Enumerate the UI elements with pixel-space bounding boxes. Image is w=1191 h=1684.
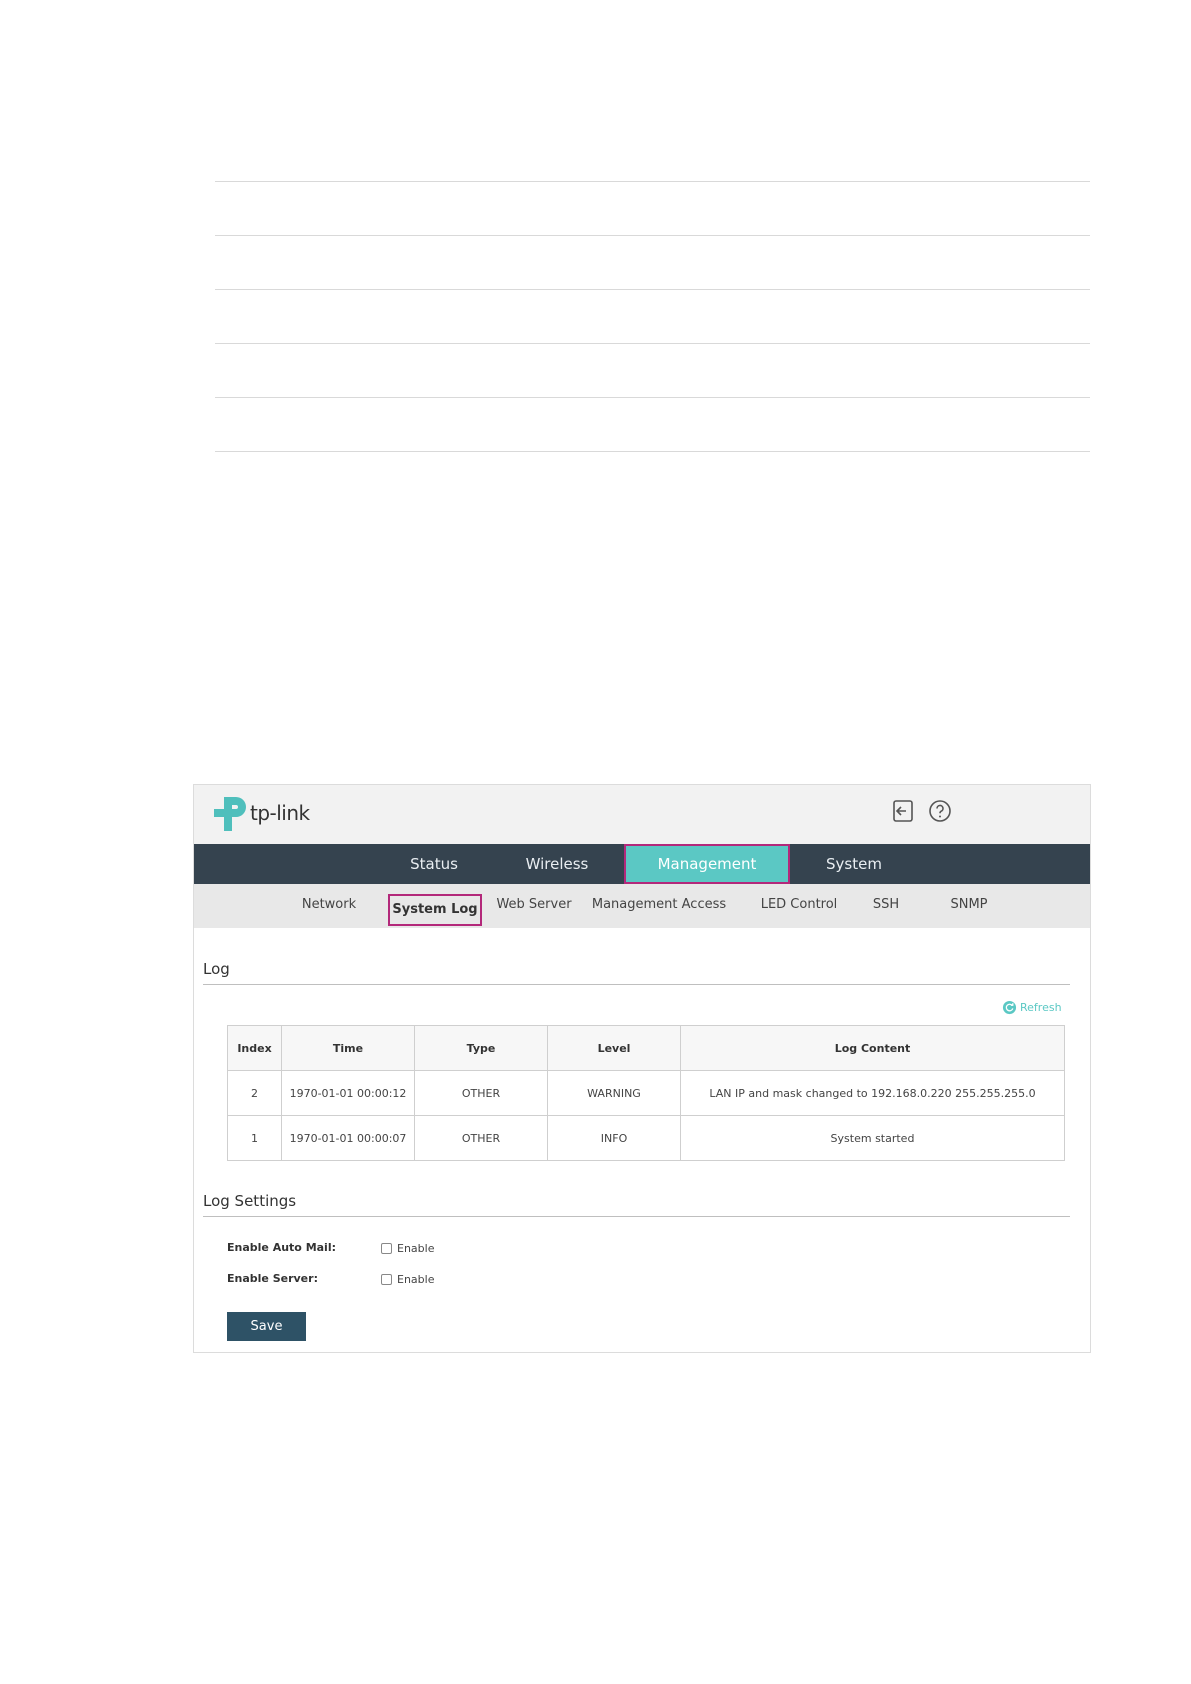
help-icon[interactable]: [928, 799, 952, 823]
page-rule: [215, 181, 1090, 182]
page-rule: [215, 235, 1090, 236]
cell-content: LAN IP and mask changed to 192.168.0.220…: [680, 1070, 1065, 1116]
cell-type: OTHER: [414, 1115, 548, 1161]
page-rule: [215, 451, 1090, 452]
column-header: Type: [414, 1025, 548, 1071]
subtab-snmp[interactable]: SNMP: [944, 894, 994, 916]
log-table: Index Time Type Level Log Content 2 1970…: [227, 1025, 1065, 1161]
refresh-icon: [1002, 1000, 1017, 1015]
tp-link-logo-icon: [214, 797, 246, 831]
cell-level: WARNING: [547, 1070, 681, 1116]
cell-type: OTHER: [414, 1070, 548, 1116]
column-header: Time: [281, 1025, 415, 1071]
page-rule: [215, 289, 1090, 290]
logo-text: tp-link: [250, 801, 310, 825]
main-nav: Status Wireless Management System: [194, 844, 1090, 884]
top-bar: tp-link: [194, 785, 1090, 844]
subtab-system-log[interactable]: System Log: [388, 894, 482, 926]
logout-icon[interactable]: [891, 799, 915, 823]
cell-content: System started: [680, 1115, 1065, 1161]
section-divider: [203, 1216, 1070, 1217]
column-header: Log Content: [680, 1025, 1065, 1071]
column-header: Index: [227, 1025, 282, 1071]
log-settings-title: Log Settings: [203, 1192, 297, 1210]
cell-time: 1970-01-01 00:00:12: [281, 1070, 415, 1116]
cell-time: 1970-01-01 00:00:07: [281, 1115, 415, 1161]
column-header: Level: [547, 1025, 681, 1071]
subtab-network[interactable]: Network: [294, 894, 364, 916]
refresh-button[interactable]: Refresh: [1002, 1000, 1062, 1015]
subtab-ssh[interactable]: SSH: [866, 894, 906, 916]
table-row: 1 1970-01-01 00:00:07 OTHER INFO System …: [227, 1115, 1065, 1161]
cell-index: 1: [227, 1115, 282, 1161]
subtab-management-access[interactable]: Management Access: [589, 894, 729, 916]
table-row: 2 1970-01-01 00:00:12 OTHER WARNING LAN …: [227, 1070, 1065, 1116]
log-section-title: Log: [203, 960, 230, 978]
page-rule: [215, 397, 1090, 398]
refresh-label: Refresh: [1020, 1001, 1062, 1014]
subtab-led-control[interactable]: LED Control: [754, 894, 844, 916]
checkbox-box[interactable]: [381, 1274, 392, 1285]
save-button[interactable]: Save: [227, 1312, 306, 1341]
page-rule: [215, 343, 1090, 344]
server-label: Enable Server:: [227, 1272, 318, 1285]
checkbox-label: Enable: [397, 1242, 435, 1255]
auto-mail-checkbox[interactable]: Enable: [381, 1242, 434, 1255]
tab-system[interactable]: System: [804, 844, 904, 884]
table-header-row: Index Time Type Level Log Content: [227, 1025, 1065, 1071]
cell-index: 2: [227, 1070, 282, 1116]
server-checkbox[interactable]: Enable: [381, 1273, 434, 1286]
checkbox-box[interactable]: [381, 1243, 392, 1254]
checkbox-label: Enable: [397, 1273, 435, 1286]
cell-level: INFO: [547, 1115, 681, 1161]
auto-mail-label: Enable Auto Mail:: [227, 1241, 337, 1254]
sub-nav: Network System Log Web Server Management…: [194, 884, 1090, 928]
tp-link-logo: tp-link: [210, 793, 310, 833]
tab-status[interactable]: Status: [384, 844, 484, 884]
tab-wireless[interactable]: Wireless: [507, 844, 607, 884]
subtab-web-server[interactable]: Web Server: [494, 894, 574, 916]
tab-management[interactable]: Management: [624, 844, 790, 884]
section-divider: [203, 984, 1070, 985]
router-ui-screenshot: tp-link Status Wireless Management Syste…: [193, 784, 1091, 1353]
